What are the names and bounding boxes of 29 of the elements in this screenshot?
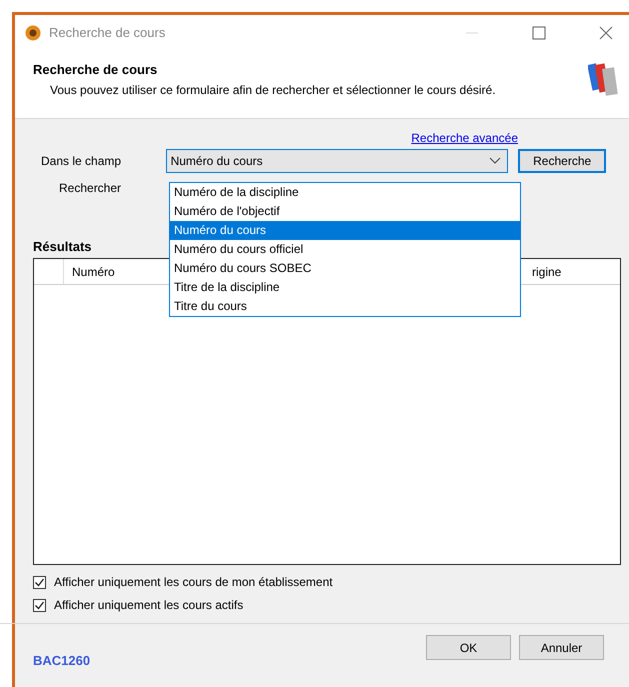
dropdown-option[interactable]: Numéro de l'objectif — [170, 202, 520, 221]
dialog-button[interactable]: OK — [426, 635, 511, 660]
column-header[interactable]: rigine — [524, 264, 620, 278]
course-code: BAC1260 — [33, 653, 90, 668]
field-label: Dans le champ — [40, 154, 122, 168]
sunflower-icon — [25, 24, 41, 40]
field-dropdown[interactable]: Numéro du cours — [166, 149, 508, 173]
dropdown-option[interactable]: Numéro du cours SOBEC — [170, 259, 520, 278]
header-title: Recherche de cours — [33, 62, 158, 77]
close-icon[interactable] — [598, 24, 614, 40]
dropdown-option[interactable]: Titre du cours — [170, 297, 520, 316]
maximize-icon[interactable] — [531, 24, 547, 40]
header-subtitle: Vous pouvez utiliser ce formulaire afin de rechercher et sélectionner le cours désiré. — [50, 83, 497, 97]
checkbox[interactable] — [33, 598, 46, 612]
checkbox[interactable] — [33, 576, 46, 588]
dropdown-option[interactable]: Numéro du cours officiel — [170, 240, 520, 259]
search-label: Rechercher — [59, 181, 122, 195]
checkbox-label: Afficher uniquement les cours de mon établissement — [54, 575, 333, 589]
dropdown-option[interactable]: Numéro de la discipline — [170, 183, 520, 202]
dropdown-option[interactable]: Titre de la discipline — [170, 278, 520, 297]
chevron-down-icon — [489, 157, 502, 165]
results-title: Résultats — [33, 239, 92, 254]
dropdown-option[interactable]: Numéro du cours — [170, 221, 520, 240]
search-button[interactable]: Recherche — [518, 149, 606, 173]
checkbox-label: Afficher uniquement les cours actifs — [54, 598, 244, 612]
dialog-button[interactable]: Annuler — [519, 635, 604, 660]
column-header[interactable]: Numéro — [64, 264, 115, 278]
window-title: Recherche de cours — [49, 25, 166, 40]
advanced-search-link[interactable]: Recherche avancée — [411, 131, 518, 145]
